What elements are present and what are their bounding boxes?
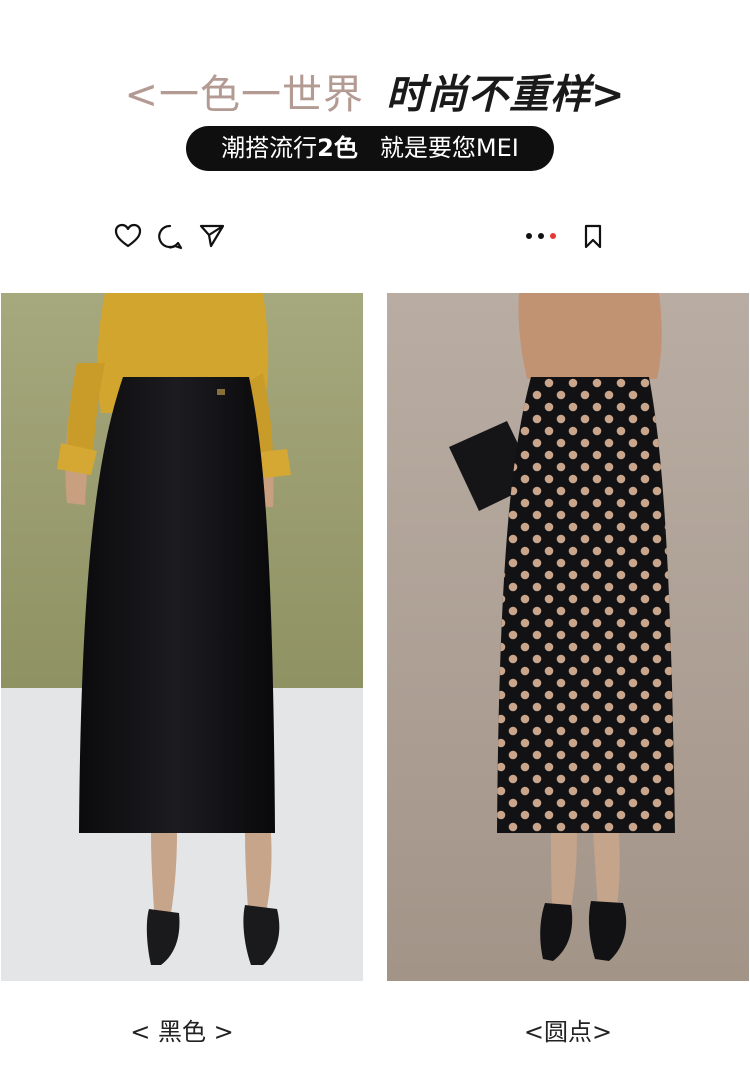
slogan-part3: 就是要您MEI [379, 134, 519, 162]
share-icon[interactable] [198, 222, 226, 250]
slogan-part2: 2色 [317, 134, 358, 162]
slogan-badge: 潮搭流行2色 就是要您MEI [186, 126, 554, 171]
slogan-part1: 潮搭流行 [221, 134, 318, 162]
polka-dot-skirt-photo [387, 293, 749, 981]
headline-left: <一色一世界 [124, 72, 364, 118]
caption-black: < 黑色 > [130, 1018, 234, 1046]
black-velvet-skirt-photo [1, 293, 363, 981]
comment-icon[interactable] [156, 223, 184, 251]
headline: <一色一世界 时尚不重样> [0, 62, 750, 120]
heart-icon[interactable] [114, 223, 142, 249]
bookmark-icon[interactable] [582, 224, 604, 250]
more-dots-icon[interactable] [524, 233, 564, 241]
headline-right: 时尚不重样> [386, 72, 626, 118]
caption-polka-dot: <圆点> [523, 1018, 613, 1046]
